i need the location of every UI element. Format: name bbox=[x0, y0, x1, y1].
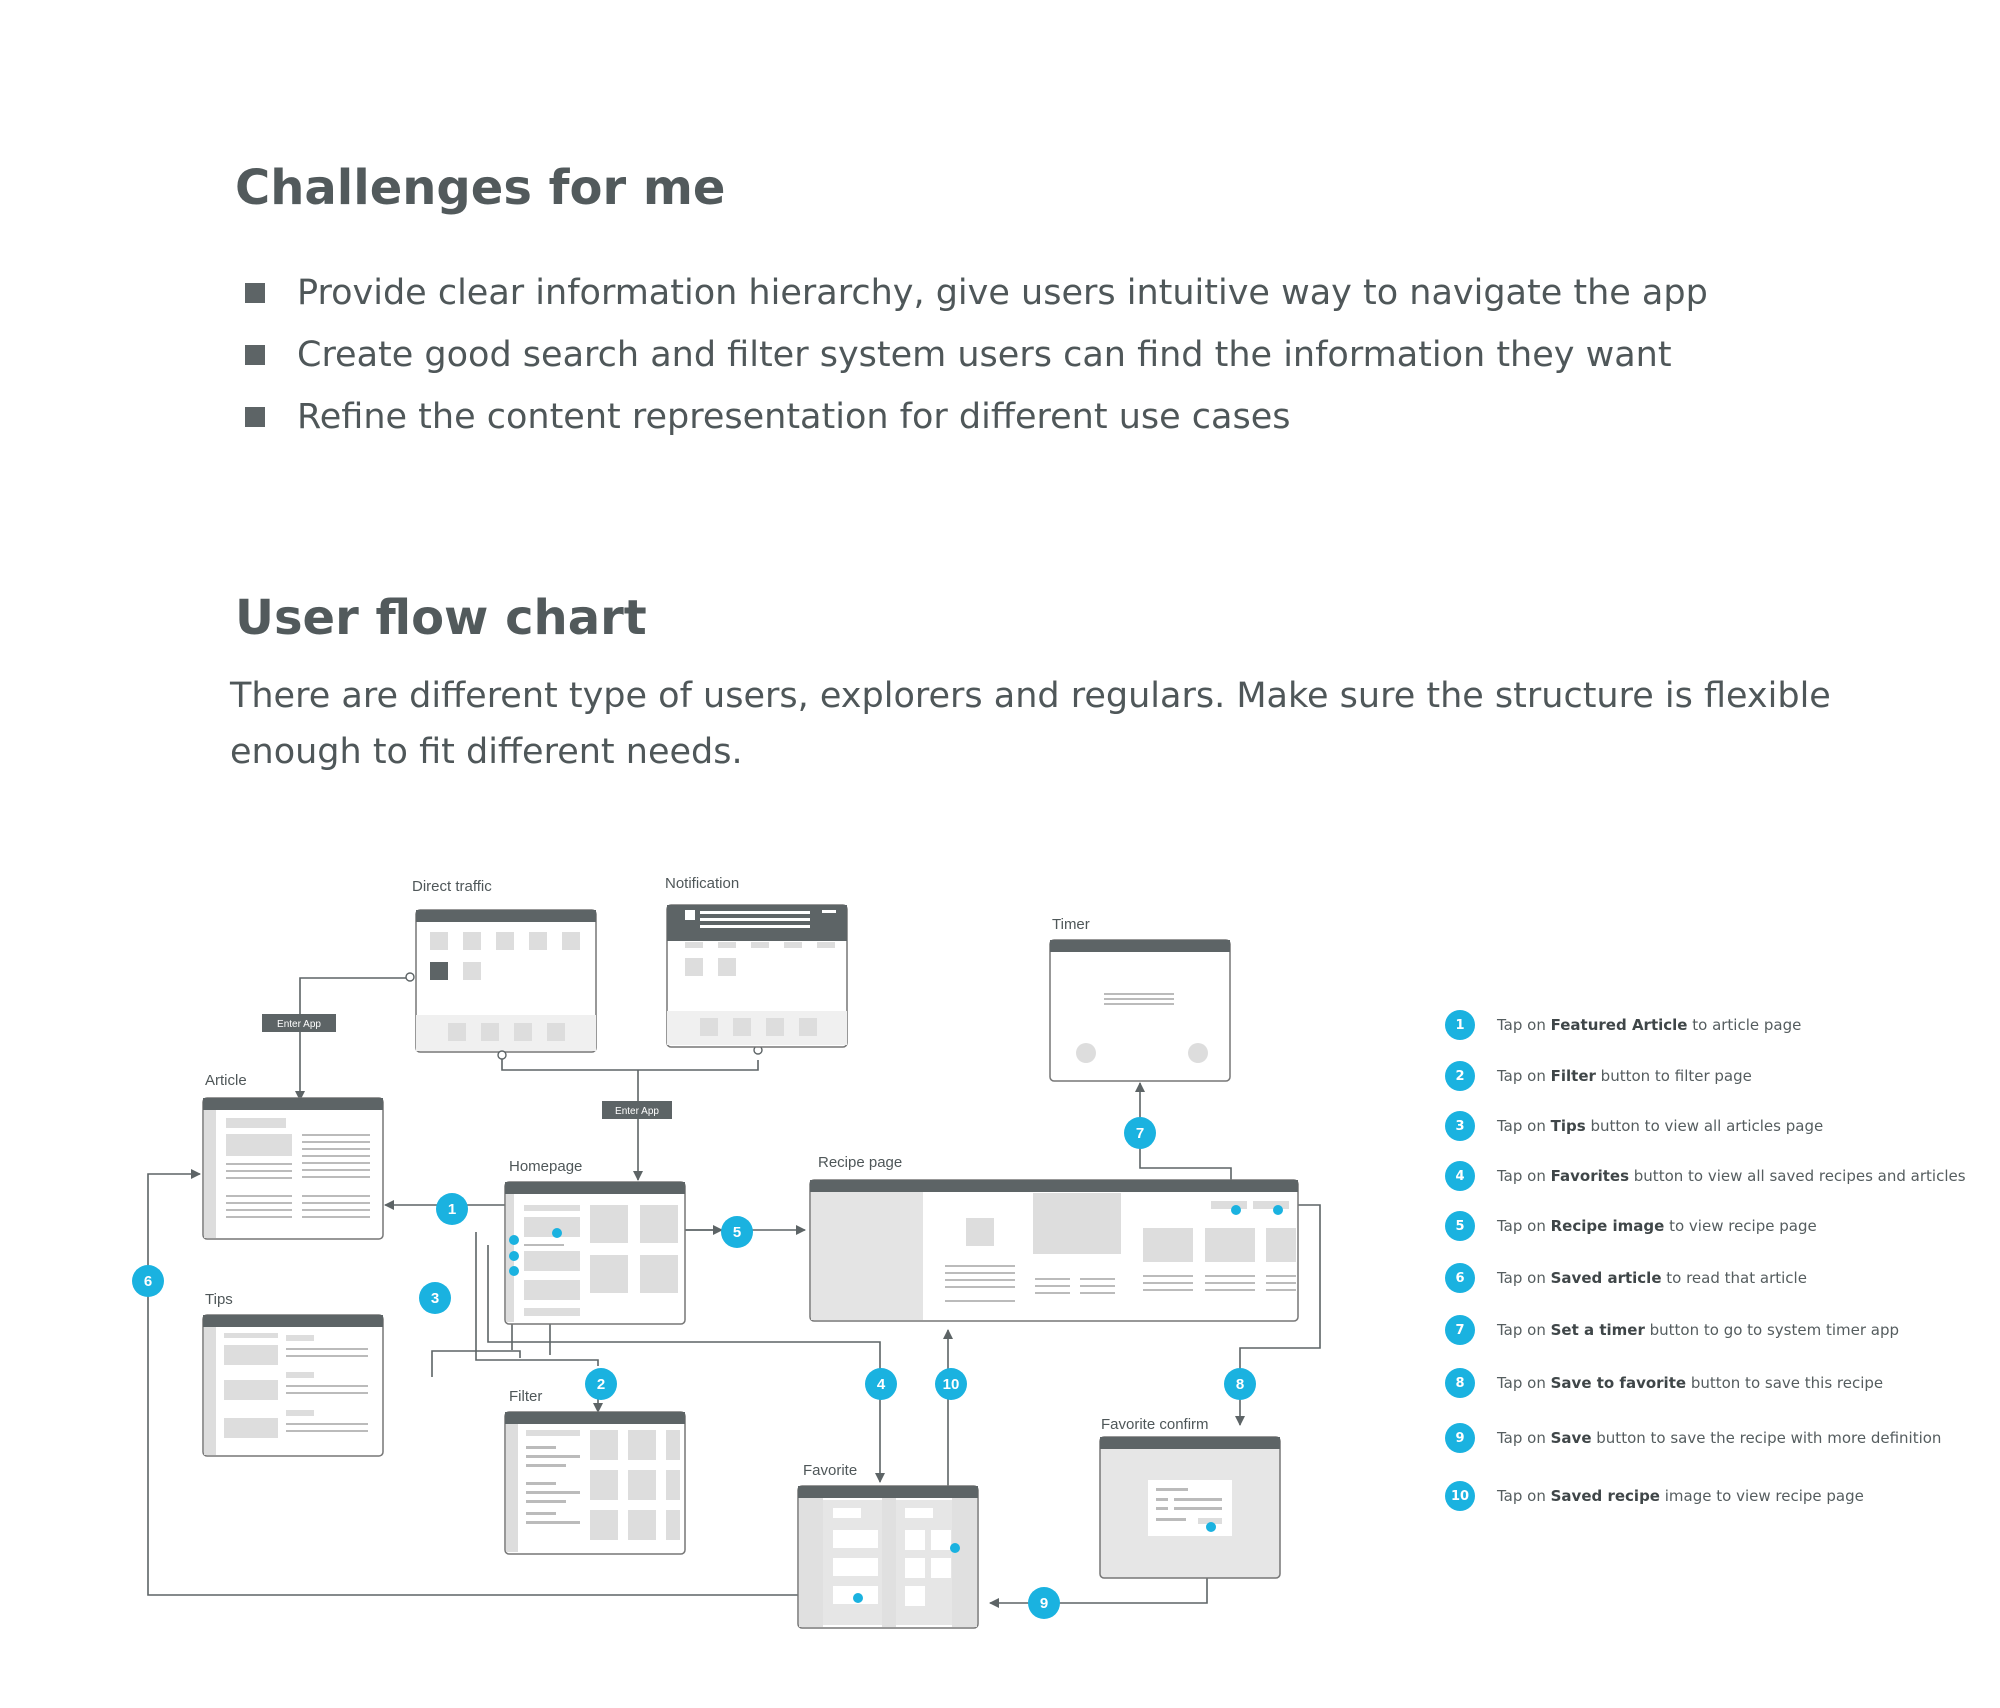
legend-item: 10 Tap on Saved recipe image to view reci… bbox=[1445, 1481, 1864, 1511]
legend-item: 7 Tap on Set a timer button to go to syst… bbox=[1445, 1315, 1899, 1345]
homepage-label: Homepage bbox=[509, 1158, 582, 1175]
direct-traffic-label: Direct traffic bbox=[412, 878, 492, 895]
legend-item: 2 Tap on Filter button to filter page bbox=[1445, 1061, 1752, 1091]
step-marker: 3 bbox=[431, 1290, 439, 1307]
step-marker: 10 bbox=[943, 1376, 960, 1393]
step-marker: 6 bbox=[144, 1273, 152, 1290]
tips-screen bbox=[202, 1314, 384, 1457]
step-marker: 2 bbox=[597, 1376, 605, 1393]
favorite-confirm-screen bbox=[1099, 1436, 1281, 1579]
timer-label: Timer bbox=[1052, 916, 1090, 933]
homepage-screen bbox=[504, 1181, 686, 1325]
step-marker: 9 bbox=[1040, 1595, 1048, 1612]
favorite-confirm-label: Favorite confirm bbox=[1101, 1416, 1209, 1433]
direct-traffic-screen bbox=[415, 909, 597, 1053]
enter-app-tag: Enter App bbox=[277, 1019, 321, 1030]
article-screen bbox=[202, 1097, 384, 1240]
article-label: Article bbox=[205, 1072, 247, 1089]
notification-label: Notification bbox=[665, 875, 739, 892]
legend-item: 1 Tap on Featured Article to article page bbox=[1445, 1010, 1801, 1040]
notification-screen bbox=[666, 904, 848, 1048]
favorite-label: Favorite bbox=[803, 1462, 857, 1479]
favorite-screen bbox=[797, 1485, 979, 1629]
step-marker: 8 bbox=[1236, 1376, 1244, 1393]
filter-label: Filter bbox=[509, 1388, 542, 1405]
filter-screen bbox=[504, 1411, 686, 1555]
legend-item: 4 Tap on Favorites button to view all sav… bbox=[1445, 1161, 1966, 1191]
recipe-page-screen bbox=[809, 1179, 1299, 1322]
tips-label: Tips bbox=[205, 1291, 233, 1308]
legend-item: 6 Tap on Saved article to read that artic… bbox=[1445, 1263, 1807, 1293]
legend-item: 8 Tap on Save to favorite button to save … bbox=[1445, 1368, 1883, 1398]
step-marker: 1 bbox=[448, 1201, 456, 1218]
step-marker: 5 bbox=[733, 1224, 741, 1241]
legend-item: 9 Tap on Save button to save the recipe w… bbox=[1445, 1423, 1941, 1453]
recipe-page-label: Recipe page bbox=[818, 1154, 902, 1171]
legend-item: 3 Tap on Tips button to view all articles… bbox=[1445, 1111, 1823, 1141]
enter-app-tag: Enter App bbox=[615, 1106, 659, 1117]
step-marker: 7 bbox=[1136, 1125, 1144, 1142]
step-marker: 4 bbox=[877, 1376, 886, 1393]
legend-item: 5 Tap on Recipe image to view recipe page bbox=[1445, 1211, 1817, 1241]
timer-screen bbox=[1049, 939, 1231, 1082]
